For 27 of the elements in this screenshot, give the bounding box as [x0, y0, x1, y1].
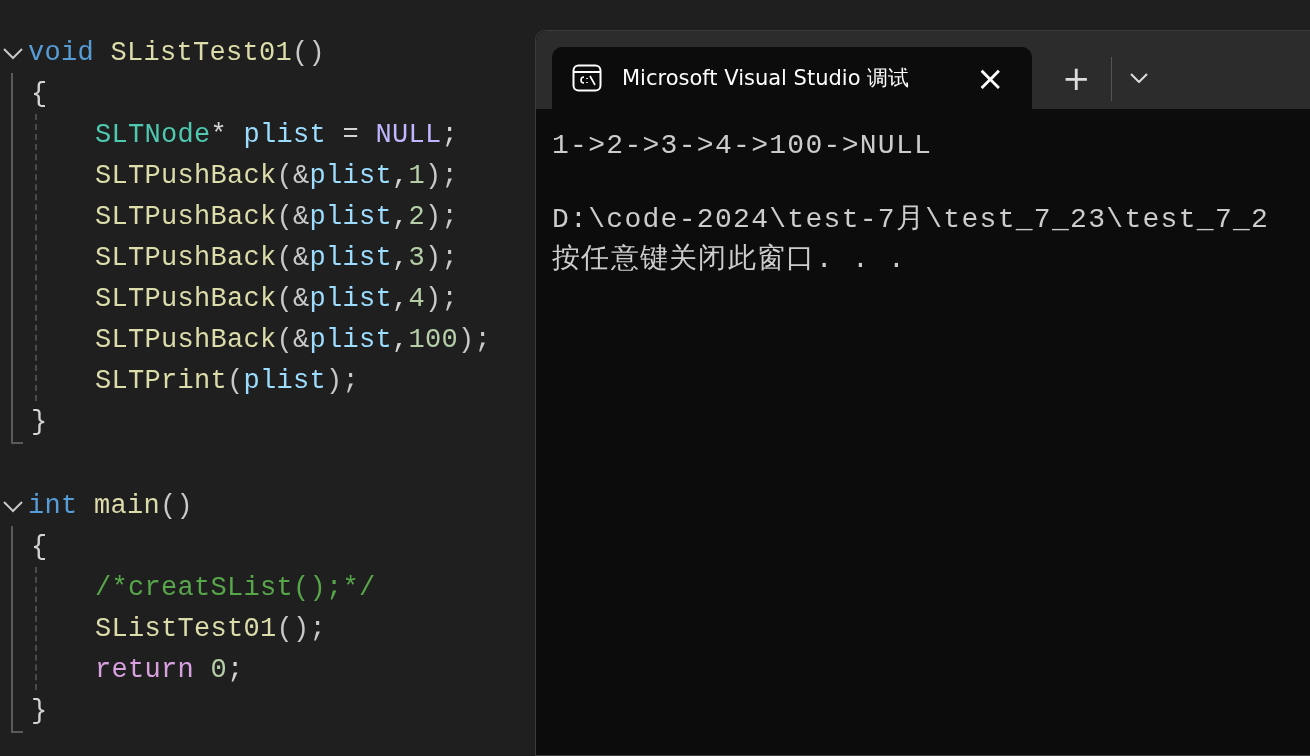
console-output-line: 按任意键关闭此窗口. . . — [552, 242, 907, 277]
collapse-caret-icon[interactable] — [2, 498, 24, 513]
console-output-line: D:\code-2024\test-7月\test_7_23\test_7_2 — [552, 203, 1270, 237]
terminal-tab[interactable]: Microsoft Visual Studio 调试 × — [552, 47, 1032, 109]
code-line: } — [31, 695, 48, 726]
console-icon — [572, 64, 602, 92]
code-line: return 0; — [95, 654, 244, 685]
console-output-line: 1->2->3->4->100->NULL — [552, 129, 933, 161]
code-line: int main() — [28, 490, 194, 521]
new-tab-button[interactable]: + — [1058, 61, 1095, 95]
dropdown-caret-icon[interactable] — [1129, 73, 1148, 83]
code-line: void SListTest01() — [28, 37, 326, 68]
close-tab-button[interactable]: × — [972, 61, 1009, 95]
code-line: } — [31, 406, 48, 437]
code-line: SLTPushBack(&plist,1); — [95, 160, 459, 191]
tab-title: Microsoft Visual Studio 调试 — [622, 65, 911, 92]
code-line: SListTest01(); — [95, 613, 327, 644]
code-line: /*creatSList();*/ — [95, 572, 376, 603]
code-line: { — [31, 531, 48, 562]
code-line: SLTNode* plist = NULL; — [95, 119, 459, 150]
code-line: SLTPushBack(&plist,2); — [95, 201, 459, 232]
collapse-caret-icon[interactable] — [2, 45, 24, 60]
code-line: { — [31, 78, 48, 109]
code-line: SLTPushBack(&plist,3); — [95, 242, 459, 273]
code-line: SLTPrint(plist); — [95, 365, 360, 396]
code-line: SLTPushBack(&plist,100); — [95, 324, 492, 355]
code-line: SLTPushBack(&plist,4); — [95, 283, 459, 314]
